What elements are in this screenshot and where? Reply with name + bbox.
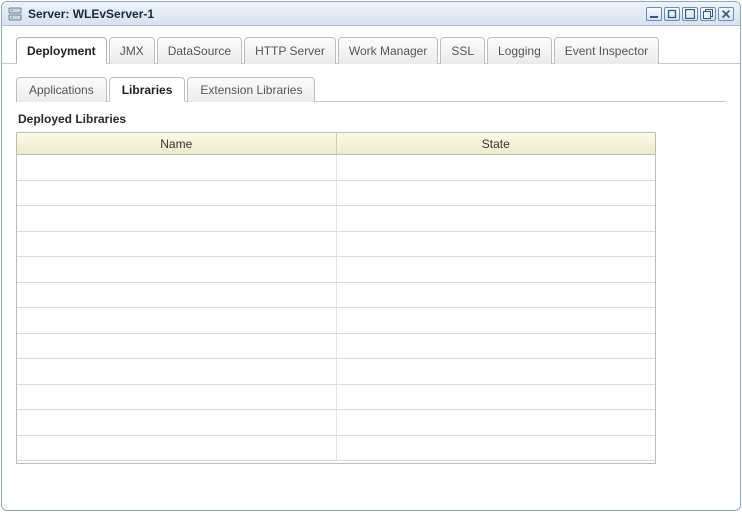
sub-tabs: Applications Libraries Extension Librari… [16,76,726,102]
tab-jmx[interactable]: JMX [109,37,155,64]
cell-name [17,181,337,206]
cell-name [17,410,337,435]
cell-state [337,410,656,435]
tab-label: Logging [498,44,541,58]
maximize-button[interactable] [682,7,698,21]
tab-logging[interactable]: Logging [487,37,552,64]
cell-state [337,359,656,384]
content-area: Applications Libraries Extension Librari… [2,64,740,478]
subtab-label: Libraries [122,83,173,97]
restore-down-button[interactable] [664,7,680,21]
cell-state [337,232,656,257]
grid-header: Name State [17,133,655,155]
tab-label: Deployment [27,44,96,58]
table-row[interactable] [17,155,655,181]
cell-name [17,385,337,410]
column-resizer[interactable] [649,133,655,154]
column-label: State [482,137,510,151]
cell-state [337,436,656,461]
tab-label: HTTP Server [255,44,325,58]
tab-work-manager[interactable]: Work Manager [338,37,438,64]
table-row[interactable] [17,206,655,232]
tab-label: Event Inspector [565,44,648,58]
table-row[interactable] [17,308,655,334]
cell-state [337,334,656,359]
cell-name [17,359,337,384]
tab-label: Work Manager [349,44,427,58]
cell-name [17,232,337,257]
cell-state [337,257,656,282]
top-tabs: Deployment JMX DataSource HTTP Server Wo… [2,26,740,64]
tab-ssl[interactable]: SSL [440,37,485,64]
table-row[interactable] [17,410,655,436]
column-resizer[interactable] [330,133,336,154]
close-button[interactable] [718,7,734,21]
column-label: Name [160,137,192,151]
window-title: Server: WLEvServer-1 [28,7,646,21]
tab-label: DataSource [168,44,231,58]
libraries-grid: Name State [16,132,656,464]
cell-state [337,181,656,206]
cell-name [17,334,337,359]
server-window: Server: WLEvServer-1 [1,1,741,511]
table-row[interactable] [17,232,655,258]
cell-name [17,308,337,333]
subtab-extension-libraries[interactable]: Extension Libraries [187,77,315,102]
cell-name [17,257,337,282]
cell-name [17,155,337,180]
tab-deployment[interactable]: Deployment [16,37,107,64]
subtab-label: Extension Libraries [200,83,302,97]
section-title: Deployed Libraries [18,112,726,126]
cell-state [337,206,656,231]
column-header-state[interactable]: State [337,133,656,154]
tab-event-inspector[interactable]: Event Inspector [554,37,659,64]
cell-state [337,308,656,333]
cell-state [337,385,656,410]
subtab-libraries[interactable]: Libraries [109,77,186,102]
tab-http-server[interactable]: HTTP Server [244,37,336,64]
tab-datasource[interactable]: DataSource [157,37,242,64]
table-row[interactable] [17,359,655,385]
table-row[interactable] [17,436,655,462]
subtab-applications[interactable]: Applications [16,77,107,102]
table-row[interactable] [17,257,655,283]
cell-state [337,283,656,308]
tab-label: SSL [451,44,474,58]
table-row[interactable] [17,334,655,360]
tab-label: JMX [120,44,144,58]
table-row[interactable] [17,181,655,207]
titlebar: Server: WLEvServer-1 [2,2,740,26]
table-row[interactable] [17,283,655,309]
cascade-button[interactable] [700,7,716,21]
cell-state [337,155,656,180]
subtab-label: Applications [29,83,94,97]
window-controls [646,7,734,21]
server-icon [8,7,22,21]
column-header-name[interactable]: Name [17,133,337,154]
cell-name [17,436,337,461]
cell-name [17,206,337,231]
cell-name [17,283,337,308]
table-row[interactable] [17,385,655,411]
grid-body [17,155,655,463]
minimize-button[interactable] [646,7,662,21]
